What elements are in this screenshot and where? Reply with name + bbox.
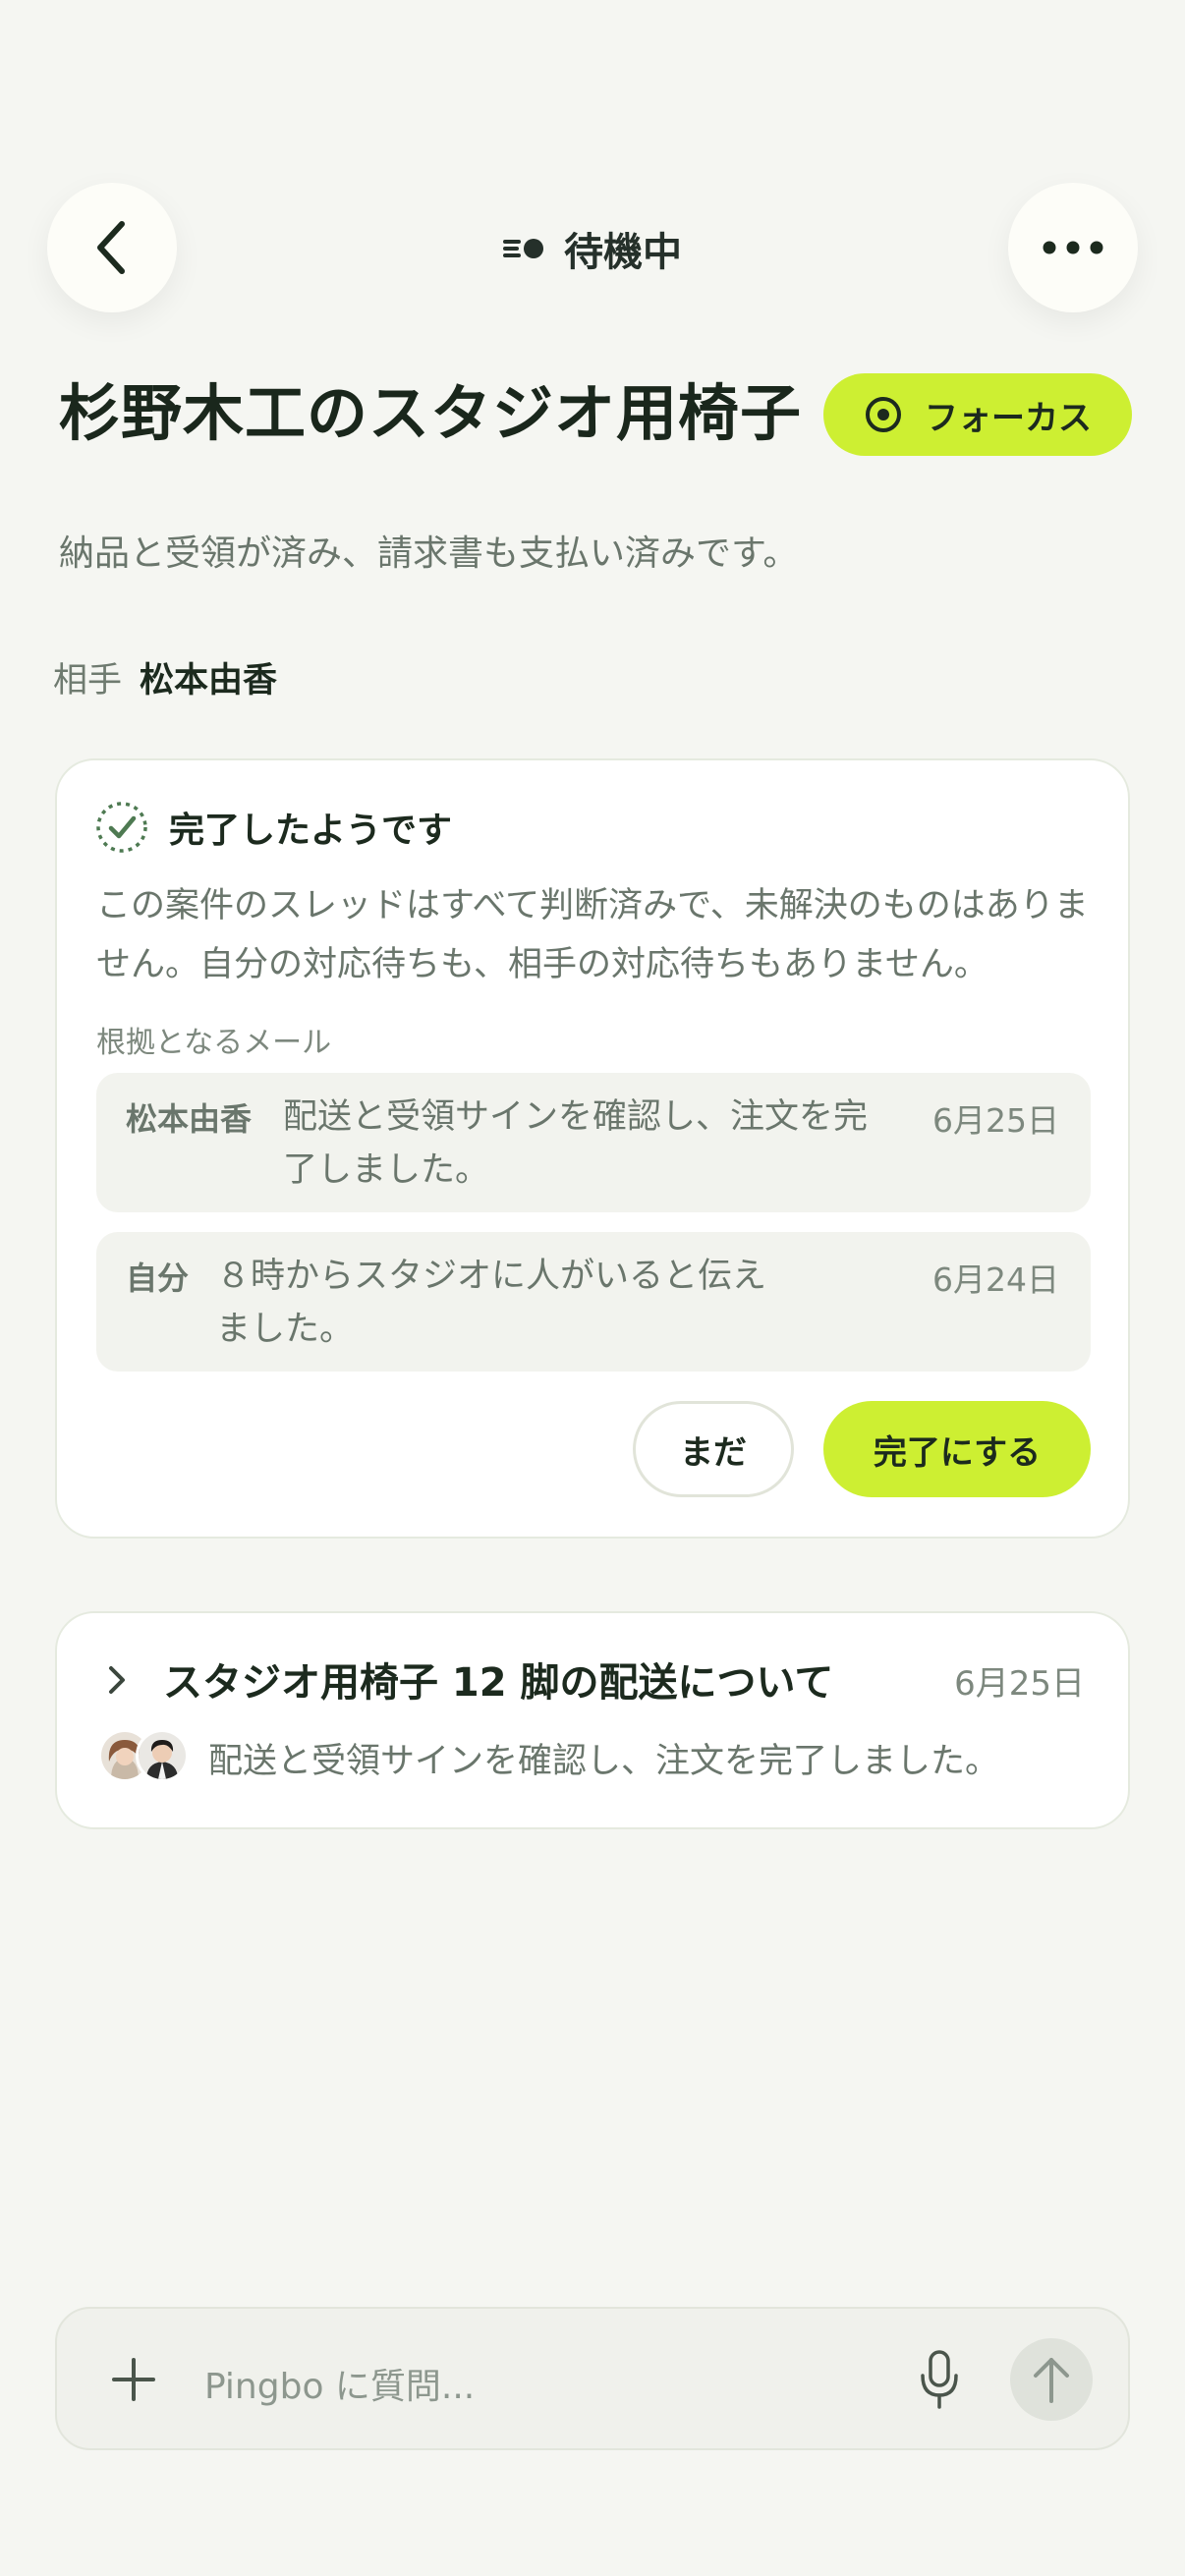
- completion-card: 完了したようです この案件のスレッドはすべて判断済みで、未解決のものはありません…: [55, 758, 1130, 1539]
- status-label: 待機中: [564, 230, 682, 275]
- status-waiting-icon: [503, 239, 543, 258]
- more-horizontal-icon: [1043, 241, 1103, 254]
- deal-summary: 納品と受領が済み、請求書も支払い済みです。: [59, 533, 799, 574]
- dashed-check-circle-icon: [96, 802, 147, 853]
- page-title: 杉野木工のスタジオ用椅子: [59, 377, 803, 449]
- evidence-item[interactable]: 松本由香 配送と受領サインを確認し、注文を完了しました。 6月25日: [96, 1073, 1091, 1212]
- evidence-label: 根拠となるメール: [96, 1026, 332, 1060]
- ask-input-bar[interactable]: Pingbo に質問...: [55, 2307, 1130, 2450]
- evidence-message: 配送と受領サインを確認し、注文を完了しました。: [283, 1097, 869, 1190]
- evidence-date: 6月24日: [932, 1260, 1059, 1299]
- plus-icon[interactable]: [108, 2354, 159, 2405]
- focus-button-label: フォーカス: [925, 398, 1092, 438]
- ask-input-placeholder[interactable]: Pingbo に質問...: [204, 2358, 475, 2409]
- thread-snippet: 配送と受領サインを確認し、注文を完了しました。: [208, 1742, 1000, 1781]
- thread-date: 6月25日: [954, 1664, 1085, 1704]
- target-icon: [866, 397, 901, 432]
- mark-complete-button[interactable]: 完了にする: [823, 1401, 1091, 1497]
- completion-body: この案件のスレッドはすべて判断済みで、未解決のものはありません。自分の対応待ちも…: [96, 886, 1089, 984]
- evidence-item[interactable]: 自分 ８時からスタジオに人がいると伝えました。 6月24日: [96, 1232, 1091, 1372]
- completion-heading: 完了したようです: [94, 800, 452, 855]
- participant-avatars: [98, 1729, 197, 1784]
- avatar: [136, 1729, 189, 1782]
- send-button[interactable]: [1010, 2338, 1093, 2421]
- more-button[interactable]: [1008, 183, 1138, 312]
- partner-row: 相手 松本由香: [53, 652, 277, 702]
- partner-label: 相手: [53, 661, 123, 700]
- thread-title: スタジオ用椅子 12 脚の配送について: [163, 1660, 834, 1706]
- evidence-message: ８時からスタジオに人がいると伝えました。: [216, 1257, 767, 1349]
- completion-heading-text: 完了したようです: [169, 811, 453, 851]
- evidence-date: 6月25日: [932, 1101, 1059, 1140]
- partner-name: 松本由香: [140, 661, 278, 700]
- chevron-right-icon[interactable]: [102, 1660, 132, 1700]
- not-yet-button[interactable]: まだ: [633, 1401, 794, 1497]
- microphone-icon[interactable]: [920, 2348, 959, 2411]
- evidence-sender: 自分: [126, 1260, 190, 1297]
- evidence-sender: 松本由香: [126, 1100, 253, 1138]
- arrow-up-icon: [1034, 2358, 1069, 2403]
- focus-button[interactable]: フォーカス: [823, 373, 1132, 456]
- thread-card[interactable]: スタジオ用椅子 12 脚の配送について 6月25日 配送と受領サインを確認し、注…: [55, 1611, 1130, 1829]
